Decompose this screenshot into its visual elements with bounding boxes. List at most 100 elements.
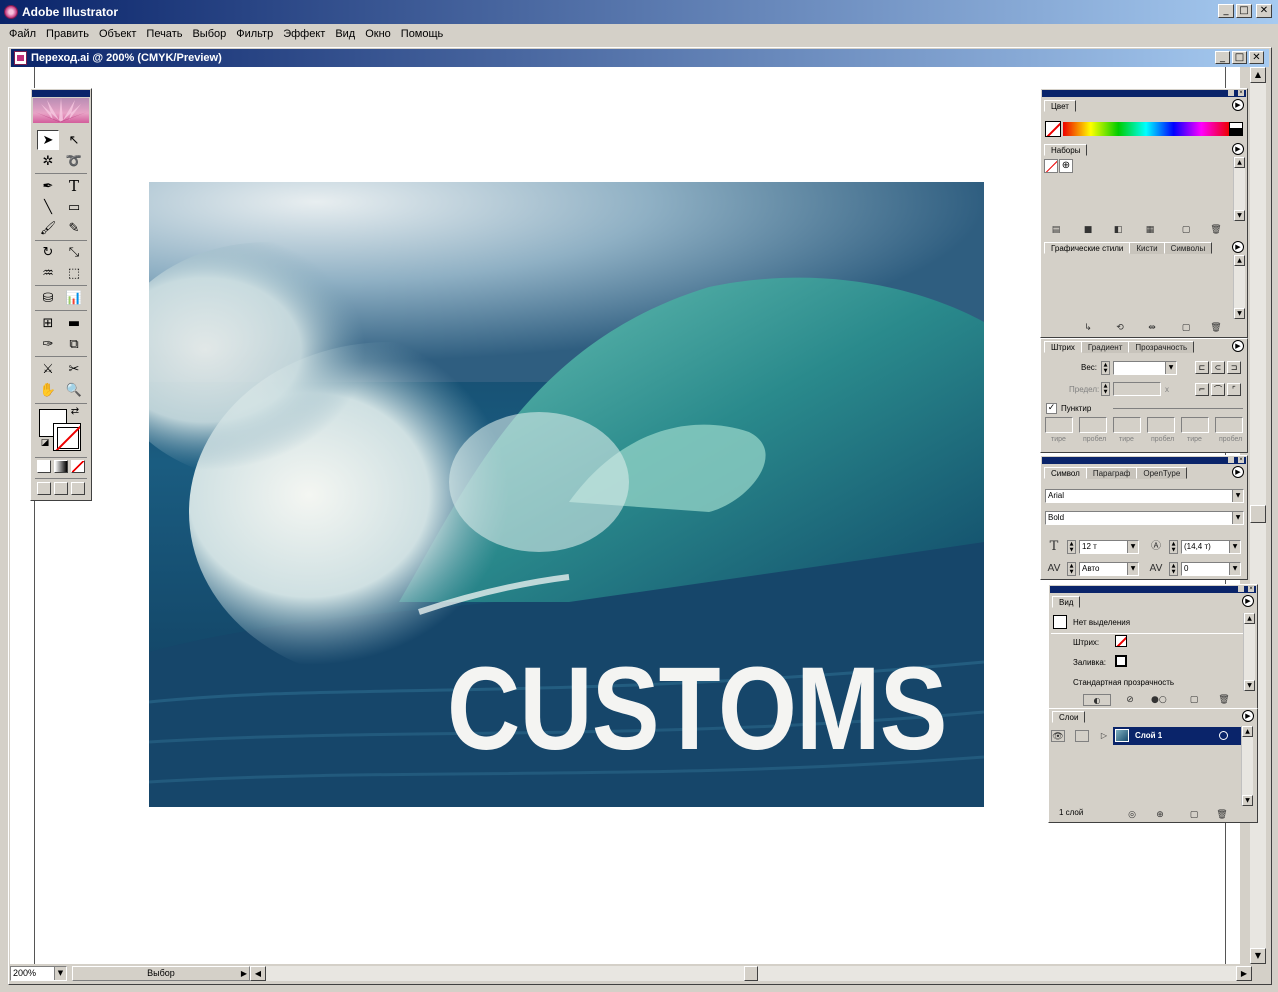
layer-lock-toggle[interactable] bbox=[1075, 730, 1089, 742]
full-screen-menu-mode-button[interactable] bbox=[54, 482, 68, 495]
black-swatch[interactable] bbox=[1229, 129, 1243, 136]
swap-fill-stroke-icon[interactable]: ⇄ bbox=[69, 405, 81, 417]
panel-header[interactable]: × bbox=[1042, 90, 1246, 97]
weight-field[interactable]: ▼ bbox=[1113, 361, 1177, 375]
miter-limit-field[interactable] bbox=[1113, 382, 1161, 396]
tab-stroke[interactable]: Штрих bbox=[1044, 341, 1082, 353]
round-join-icon[interactable]: ⌒ bbox=[1211, 383, 1225, 396]
menu-object[interactable]: Объект bbox=[94, 28, 141, 40]
rectangle-tool-icon[interactable]: ▭ bbox=[63, 197, 85, 217]
delete-item-icon[interactable]: 🗑 bbox=[1217, 694, 1231, 706]
dashed-line-checkbox[interactable]: ✓ bbox=[1046, 403, 1057, 414]
tab-character[interactable]: Символ bbox=[1044, 467, 1087, 479]
none-mode-button[interactable] bbox=[71, 460, 85, 473]
styles-panel-menu-icon[interactable]: ▶ bbox=[1232, 241, 1244, 253]
horizontal-scrollbar[interactable] bbox=[266, 966, 1250, 981]
mesh-tool-icon[interactable]: ⊞ bbox=[37, 313, 59, 333]
tab-appearance[interactable]: Вид bbox=[1052, 596, 1081, 608]
menu-filter[interactable]: Фильтр bbox=[231, 28, 278, 40]
app-titlebar[interactable]: Adobe Illustrator _ □ ✕ bbox=[0, 0, 1278, 24]
swatch-registration-icon[interactable]: ⊕ bbox=[1059, 159, 1073, 173]
color-none-swatch[interactable] bbox=[1045, 121, 1061, 137]
projecting-cap-icon[interactable]: ⊐ bbox=[1227, 361, 1241, 374]
zoom-field[interactable]: 200% ▼ bbox=[10, 966, 67, 981]
bevel-join-icon[interactable]: ⌜ bbox=[1227, 383, 1241, 396]
reduce-appearance-icon[interactable]: ●○ bbox=[1151, 694, 1167, 706]
default-colors-icon[interactable]: ◪ bbox=[39, 437, 51, 449]
maximize-button[interactable]: □ bbox=[1236, 4, 1252, 18]
scroll-down-arrow[interactable]: ▼ bbox=[1250, 948, 1266, 964]
character-panel-menu-icon[interactable]: ▶ bbox=[1232, 466, 1244, 478]
scroll-up-arrow[interactable]: ▲ bbox=[1250, 67, 1266, 83]
tab-transparency[interactable]: Прозрачность bbox=[1128, 341, 1195, 353]
new-swatch-icon[interactable]: ▢ bbox=[1179, 224, 1193, 236]
tab-layers[interactable]: Слои bbox=[1052, 711, 1086, 723]
stroke-panel-menu-icon[interactable]: ▶ bbox=[1232, 340, 1244, 352]
tab-gradient[interactable]: Градиент bbox=[1080, 341, 1130, 353]
paintbrush-tool-icon[interactable]: 🖌 bbox=[37, 218, 59, 238]
appearance-panel-menu-icon[interactable]: ▶ bbox=[1242, 595, 1254, 607]
minimize-button[interactable]: _ bbox=[1218, 4, 1234, 18]
delete-layer-icon[interactable]: 🗑 bbox=[1215, 809, 1229, 821]
selection-tool-icon[interactable]: ➤ bbox=[37, 130, 59, 150]
tab-brushes[interactable]: Кисти bbox=[1129, 242, 1165, 254]
dash-1-field[interactable] bbox=[1045, 417, 1073, 433]
appearance-scrollbar[interactable]: ▲ ▼ bbox=[1243, 613, 1255, 691]
status-dropdown-icon[interactable]: ▶ bbox=[241, 967, 247, 980]
graph-tool-icon[interactable]: 📊 bbox=[63, 288, 85, 308]
tracking-field[interactable]: 0 ▼ bbox=[1181, 562, 1241, 576]
stroke-none-swatch[interactable] bbox=[1115, 635, 1127, 647]
menu-type[interactable]: Печать bbox=[141, 28, 187, 40]
new-symbol-icon[interactable]: ▢ bbox=[1179, 322, 1193, 334]
scissors-tool-icon[interactable]: ✂ bbox=[63, 359, 85, 379]
show-color-swatches-icon[interactable]: ■ bbox=[1081, 224, 1095, 236]
zoom-dropdown-icon[interactable]: ▼ bbox=[54, 967, 66, 980]
stroke-swatch[interactable] bbox=[53, 423, 81, 451]
layer-name[interactable]: Слой 1 bbox=[1135, 731, 1162, 740]
scale-tool-icon[interactable]: ⤡ bbox=[63, 242, 85, 262]
create-layer-icon[interactable]: ▢ bbox=[1187, 809, 1201, 821]
gap-2-field[interactable] bbox=[1147, 417, 1175, 433]
layer-target-icon[interactable] bbox=[1219, 731, 1228, 740]
panel-header[interactable]: × bbox=[1050, 586, 1256, 593]
clear-appearance-icon[interactable]: ⊘ bbox=[1123, 694, 1137, 706]
styles-scrollbar[interactable]: ▲ ▼ bbox=[1233, 255, 1245, 319]
gradient-tool-icon[interactable]: ▬ bbox=[63, 313, 85, 333]
wave-image[interactable]: CUSTOMS bbox=[149, 182, 984, 807]
dash-2-field[interactable] bbox=[1113, 417, 1141, 433]
tab-symbols[interactable]: Символы bbox=[1163, 242, 1213, 254]
lasso-tool-icon[interactable]: ➰ bbox=[63, 151, 85, 171]
free-transform-tool-icon[interactable]: ⬚ bbox=[63, 263, 85, 283]
font-size-field[interactable]: 12 т ▼ bbox=[1079, 540, 1139, 554]
menu-effect[interactable]: Эффект bbox=[278, 28, 330, 40]
show-pattern-swatches-icon[interactable]: ▦ bbox=[1143, 224, 1157, 236]
symbol-sprayer-tool-icon[interactable]: ⛁ bbox=[37, 288, 59, 308]
swatch-none[interactable] bbox=[1044, 159, 1058, 173]
menu-help[interactable]: Помощь bbox=[396, 28, 449, 40]
create-sublayer-icon[interactable]: ⊕ bbox=[1153, 809, 1167, 821]
round-cap-icon[interactable]: ⊂ bbox=[1211, 361, 1225, 374]
duplicate-item-icon[interactable]: ▢ bbox=[1187, 694, 1201, 706]
document-titlebar[interactable]: Переход.ai @ 200% (CMYK/Preview) _ □ ✕ bbox=[11, 49, 1269, 67]
show-gradient-swatches-icon[interactable]: ◧ bbox=[1111, 224, 1125, 236]
menu-view[interactable]: Вид bbox=[330, 28, 360, 40]
menu-window[interactable]: Окно bbox=[360, 28, 396, 40]
replace-symbol-icon[interactable]: ⟲ bbox=[1113, 322, 1127, 334]
gap-3-field[interactable] bbox=[1215, 417, 1243, 433]
toolbox-header[interactable] bbox=[32, 90, 90, 97]
close-button[interactable]: ✕ bbox=[1256, 4, 1272, 18]
blend-tool-icon[interactable]: ⧉ bbox=[63, 334, 85, 354]
make-clipping-mask-icon[interactable]: ◎ bbox=[1125, 809, 1139, 821]
layer-expand-triangle-icon[interactable]: ▷ bbox=[1097, 730, 1111, 742]
stroke-row-label[interactable]: Штрих: bbox=[1073, 638, 1099, 647]
miter-limit-spinner[interactable]: ▲ ▼ bbox=[1101, 382, 1110, 396]
scroll-right-arrow[interactable]: ▶ bbox=[1236, 966, 1252, 981]
full-screen-mode-button[interactable] bbox=[71, 482, 85, 495]
horizontal-scroll-thumb[interactable] bbox=[744, 966, 758, 981]
rotate-tool-icon[interactable]: ↻ bbox=[37, 242, 59, 262]
zoom-tool-icon[interactable]: 🔍 bbox=[63, 380, 85, 400]
delete-symbol-icon[interactable]: 🗑 bbox=[1209, 322, 1223, 334]
doc-maximize-button[interactable]: □ bbox=[1232, 51, 1247, 64]
doc-close-button[interactable]: ✕ bbox=[1249, 51, 1264, 64]
leading-field[interactable]: (14,4 т) ▼ bbox=[1181, 540, 1241, 554]
